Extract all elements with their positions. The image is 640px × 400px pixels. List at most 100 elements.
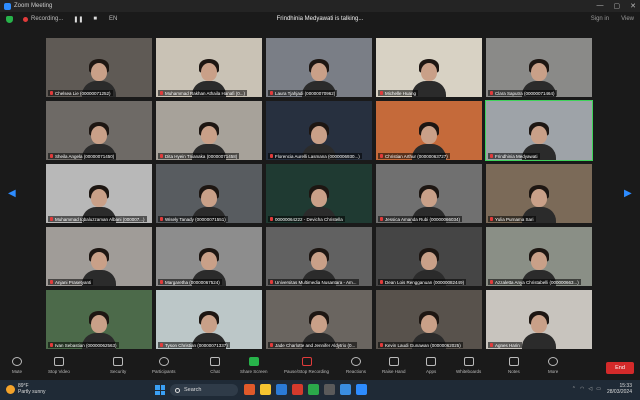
- participant-video-tile[interactable]: Margaretha (00000067524): [156, 227, 262, 286]
- muted-microphone-icon: [490, 91, 493, 95]
- stop-video-button[interactable]: Stop Video: [48, 357, 70, 374]
- participant-video-tile[interactable]: Clara Saputra (00000071464): [486, 38, 592, 97]
- participant-name-label: Clara Saputra (00000071464): [488, 90, 557, 96]
- zoom-app-icon[interactable]: [356, 384, 367, 395]
- participant-video-tile[interactable]: Ivan Sebastian (00000062563): [46, 290, 152, 349]
- meeting-toolbar: Mute Stop Video Security Participants Ch…: [0, 354, 640, 380]
- microphone-icon: [12, 357, 22, 366]
- participant-name-label: Jade Charlotte and Jennifer Aldytrio (0.…: [268, 342, 358, 348]
- record-icon: [301, 357, 312, 366]
- participant-video-tile[interactable]: Tyson Christian (00000071337): [156, 290, 262, 349]
- participant-video-tile[interactable]: Chelsea Lie (00000071252): [46, 38, 152, 97]
- language-button[interactable]: EN: [109, 16, 117, 22]
- next-page-icon[interactable]: ▶: [624, 188, 632, 199]
- muted-microphone-icon: [270, 154, 273, 158]
- battery-icon[interactable]: ▭: [596, 386, 601, 392]
- muted-microphone-icon: [50, 343, 53, 347]
- participant-video-tile[interactable]: Jessica Amanda Rubi (00000066034): [376, 164, 482, 223]
- participant-name-label: Margaretha (00000067524): [158, 279, 222, 285]
- muted-microphone-icon: [160, 343, 163, 347]
- close-button[interactable]: ✕: [630, 2, 636, 10]
- notes-button[interactable]: Notes: [508, 357, 520, 374]
- participant-video-tile[interactable]: Azzaletta Anya Christabelli (000000663..…: [486, 227, 592, 286]
- previous-page-icon[interactable]: ◀: [8, 188, 16, 199]
- muted-microphone-icon: [160, 91, 163, 95]
- participant-name-label: Muhammad Iqbaluzzaman Albani (000007...): [48, 216, 147, 222]
- pause-recording-toolbar-button[interactable]: Pause/Stop Recording: [284, 357, 329, 374]
- participant-video-tile[interactable]: Frindhinia Medyawati: [485, 100, 593, 161]
- window-title: Zoom Meeting: [14, 3, 53, 9]
- muted-microphone-icon: [270, 343, 273, 347]
- app-icon[interactable]: [244, 384, 255, 395]
- apps-button[interactable]: Apps: [426, 357, 436, 374]
- participant-video-tile[interactable]: Dita Hyein Tnianaka (00000071458): [156, 101, 262, 160]
- participant-video-tile[interactable]: Agnes Harin: [486, 290, 592, 349]
- participant-name-label: Christian Arthur (00000063727): [378, 153, 450, 159]
- participant-name-label: Kevin Laudi Gunawan (00000062025): [378, 342, 463, 348]
- file-explorer-icon[interactable]: [260, 384, 271, 395]
- speaker-icon[interactable]: ◁: [588, 386, 592, 392]
- minimize-button[interactable]: —: [597, 2, 604, 10]
- muted-microphone-icon: [380, 217, 383, 221]
- participant-name-label: Agnes Harin: [488, 342, 522, 348]
- weather-text: Partly sunny: [18, 389, 46, 395]
- participant-video-tile[interactable]: Christian Arthur (00000063727): [376, 101, 482, 160]
- windows-taskbar: 89°F Partly sunny Search ⌃ ◠ ◁ ▭ 15:33 28/0…: [0, 380, 640, 400]
- weather-widget[interactable]: 89°F Partly sunny: [6, 383, 46, 395]
- shield-icon[interactable]: [6, 15, 13, 23]
- app-icon[interactable]: [324, 384, 335, 395]
- participant-name-label: Dita Hyein Tnianaka (00000071458): [158, 153, 240, 159]
- video-grid: Chelsea Lie (00000071252) Muhammad Rakhan…: [46, 38, 594, 350]
- muted-microphone-icon: [270, 280, 273, 284]
- pause-recording-button[interactable]: ❚❚: [73, 16, 83, 23]
- participant-name-label: Laura Tjahjadi (00000070962): [268, 90, 338, 96]
- participant-video-tile[interactable]: Kevin Laudi Gunawan (00000062025): [376, 290, 482, 349]
- apps-icon: [426, 357, 437, 366]
- windows-start-icon[interactable]: [155, 385, 165, 395]
- participant-video-tile[interactable]: Dean Lois Rengganuan (00000082449): [376, 227, 482, 286]
- whiteboard-icon: [463, 357, 474, 366]
- participant-name-label: Wisely Tanady (00000071551): [158, 216, 228, 222]
- participant-video-tile[interactable]: Florencia Aurelli Lasmana (0000006930...…: [266, 101, 372, 160]
- chat-button[interactable]: Chat: [210, 357, 220, 374]
- system-tray: ⌃ ◠ ◁ ▭ 15:33 28/03/2024: [572, 383, 632, 395]
- search-icon: [175, 387, 180, 393]
- participant-video-tile[interactable]: Michelle Huang: [376, 38, 482, 97]
- chevron-up-icon[interactable]: ⌃: [572, 386, 576, 392]
- participant-video-tile[interactable]: Yulia Purnama Sari: [486, 164, 592, 223]
- smiley-icon: [351, 357, 361, 366]
- app-icon[interactable]: [340, 384, 351, 395]
- app-icon[interactable]: [292, 384, 303, 395]
- participant-video-tile[interactable]: Jade Charlotte and Jennifer Aldytrio (0.…: [266, 290, 372, 349]
- sun-icon: [6, 384, 15, 394]
- view-button[interactable]: View: [621, 16, 634, 22]
- raise-hand-button[interactable]: Raise Hand: [382, 357, 406, 374]
- participant-video-tile[interactable]: Wisely Tanady (00000071551): [156, 164, 262, 223]
- participant-video-tile[interactable]: Anjani Prasetyanti: [46, 227, 152, 286]
- wifi-icon[interactable]: ◠: [580, 386, 584, 392]
- participant-video-tile[interactable]: Muhammad Rakhan Athaila Hanafi (0...): [156, 38, 262, 97]
- hand-icon: [388, 357, 399, 366]
- clock[interactable]: 15:33 28/03/2024: [607, 383, 632, 395]
- notes-icon: [508, 357, 519, 366]
- more-button[interactable]: More: [548, 357, 558, 374]
- share-screen-icon: [248, 357, 259, 366]
- maximize-button[interactable]: ▢: [614, 2, 621, 10]
- whatsapp-icon[interactable]: [308, 384, 319, 395]
- security-button[interactable]: Security: [110, 357, 126, 374]
- participant-video-tile[interactable]: Universitas Multimedia Nusantara - Am...: [266, 227, 372, 286]
- participant-video-tile[interactable]: Sheila Angela (00000071450): [46, 101, 152, 160]
- taskbar-search[interactable]: Search: [170, 384, 238, 396]
- sign-in-link[interactable]: Sign in: [591, 16, 609, 22]
- participant-video-tile[interactable]: Muhammad Iqbaluzzaman Albani (000007...): [46, 164, 152, 223]
- participant-video-tile[interactable]: 00000064222 - Devicha Christella: [266, 164, 372, 223]
- edge-icon[interactable]: [276, 384, 287, 395]
- end-meeting-button[interactable]: End: [606, 362, 634, 374]
- reactions-button[interactable]: Reactions: [346, 357, 366, 374]
- stop-recording-button[interactable]: ■: [93, 16, 97, 22]
- participant-video-tile[interactable]: Laura Tjahjadi (00000070962): [266, 38, 372, 97]
- whiteboards-button[interactable]: Whiteboards: [456, 357, 481, 374]
- share-screen-button[interactable]: Share Screen: [240, 357, 268, 374]
- participants-button[interactable]: Participants: [152, 357, 176, 374]
- mute-button[interactable]: Mute: [12, 357, 22, 374]
